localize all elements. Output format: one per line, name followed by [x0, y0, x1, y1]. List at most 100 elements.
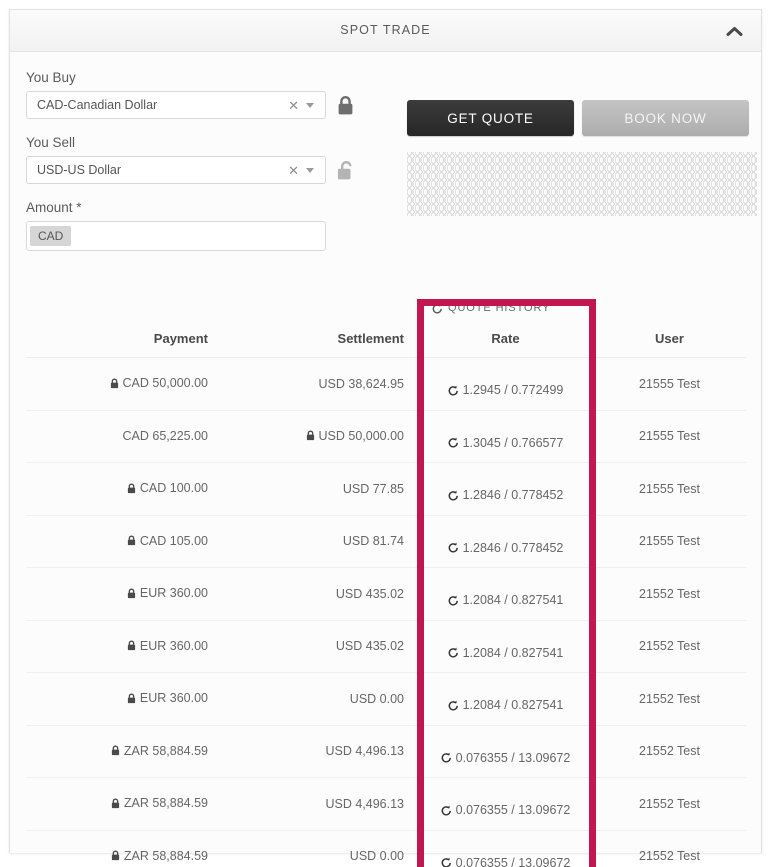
rate-value: 0.076355 / 13.09672 — [455, 803, 571, 817]
lock-closed-icon — [111, 850, 120, 861]
table-row[interactable]: CAD 105.00 USD 81.74 1.2846 / 0.778452 2155… — [26, 515, 746, 568]
cell-user: 21555 Test — [593, 410, 746, 463]
cell-user: 21552 Test — [593, 725, 746, 778]
collapse-panel-button[interactable] — [721, 19, 747, 43]
lock-closed-icon — [306, 430, 315, 441]
table-row[interactable]: ZAR 58,884.59 USD 0.00 0.076355 / 13.09672… — [26, 830, 746, 867]
cell-settlement: USD 0.00 — [222, 830, 418, 867]
cell-rate: 1.3045 / 0.766577 — [418, 410, 593, 463]
user-value: 21552 Test — [639, 744, 700, 759]
table-row[interactable]: CAD 100.00 USD 77.85 1.2846 / 0.778452 2155… — [26, 462, 746, 516]
cell-rate: 1.2084 / 0.827541 — [418, 672, 593, 726]
lock-closed-icon — [111, 797, 120, 809]
cell-settlement: USD 77.85 — [222, 462, 418, 516]
cell-rate: 0.076355 / 13.09672 — [418, 777, 593, 831]
table-row[interactable]: EUR 360.00 USD 435.02 1.2084 / 0.827541 215… — [26, 567, 746, 621]
payment-value: CAD 50,000.00 — [122, 376, 208, 390]
table-row[interactable]: EUR 360.00 USD 435.02 1.2084 / 0.827541 215… — [26, 620, 746, 673]
amount-currency-badge: CAD — [30, 225, 72, 247]
you-sell-select[interactable]: USD-US Dollar ✕ — [26, 156, 326, 184]
cell-payment: CAD 105.00 — [26, 515, 222, 568]
user-value: 21555 Test — [639, 534, 700, 549]
lock-closed-icon — [127, 692, 136, 704]
payment-value: ZAR 58,884.59 — [123, 743, 208, 758]
you-buy-lock-toggle[interactable] — [326, 95, 364, 116]
you-buy-select[interactable]: CAD-Canadian Dollar ✕ — [26, 91, 326, 119]
rate-value: 1.2084 / 0.827541 — [462, 698, 564, 712]
rate-value: 0.076355 / 13.09672 — [455, 855, 571, 867]
settlement-value: USD 0.00 — [349, 849, 404, 864]
amount-group: Amount * CAD — [26, 200, 386, 251]
cell-user: 21552 Test — [593, 620, 746, 673]
cell-rate: 1.2945 / 0.772499 — [418, 357, 593, 411]
you-sell-value: USD-US Dollar — [37, 163, 122, 177]
quote-placeholder-area — [407, 152, 757, 216]
header-settlement[interactable]: Settlement — [222, 327, 418, 358]
cell-settlement: USD 50,000.00 — [222, 410, 418, 463]
history-icon — [448, 542, 459, 553]
cell-settlement: USD 4,496.13 — [222, 725, 418, 778]
you-sell-chevron-down-icon[interactable] — [306, 167, 314, 173]
you-sell-group: You Sell USD-US Dollar ✕ — [26, 135, 386, 184]
lock-closed-icon — [111, 745, 120, 756]
settlement-value: USD 81.74 — [342, 534, 404, 549]
history-icon — [448, 647, 459, 658]
payment-value: CAD 105.00 — [139, 533, 208, 548]
lock-closed-icon — [337, 95, 354, 116]
rate-value: 1.3045 / 0.766577 — [462, 435, 564, 450]
table-row[interactable]: CAD 50,000.00 USD 38,624.95 1.2945 / 0.772… — [26, 357, 746, 411]
cell-user: 21552 Test — [593, 672, 746, 726]
settlement-value: USD 50,000.00 — [318, 428, 404, 443]
rate-value: 1.2846 / 0.778452 — [462, 540, 564, 555]
rate-value: 1.2846 / 0.778452 — [462, 488, 564, 502]
header-rate[interactable]: Rate — [418, 327, 593, 358]
settlement-value: USD 77.85 — [342, 481, 404, 496]
you-buy-group: You Buy CAD-Canadian Dollar ✕ — [26, 70, 386, 119]
cell-user: 21552 Test — [593, 567, 746, 621]
table-row[interactable]: CAD 65,225.00 USD 50,000.00 1.3045 / 0.766… — [26, 410, 746, 463]
action-area: GET QUOTE BOOK NOW — [407, 100, 757, 216]
lock-closed-icon — [127, 535, 136, 546]
cell-user: 21555 Test — [593, 462, 746, 516]
history-icon — [448, 700, 459, 711]
you-buy-clear-icon[interactable]: ✕ — [281, 99, 306, 112]
header-user[interactable]: User — [593, 327, 746, 358]
table-row[interactable]: ZAR 58,884.59 USD 4,496.13 0.076355 / 13.0… — [26, 777, 746, 831]
spot-trade-panel: SPOT TRADE You Buy CAD-Canadian Dollar ✕… — [9, 9, 762, 867]
history-icon — [448, 437, 459, 448]
cell-user: 21552 Test — [593, 830, 746, 867]
cell-payment: CAD 65,225.00 — [26, 410, 222, 463]
you-sell-lock-toggle[interactable] — [326, 160, 364, 181]
cell-rate: 1.2846 / 0.778452 — [418, 462, 593, 516]
payment-value: ZAR 58,884.59 — [123, 796, 208, 810]
quote-history-text: QUOTE HISTORY — [448, 302, 551, 314]
payment-value: EUR 360.00 — [139, 691, 208, 705]
user-value: 21555 Test — [639, 481, 700, 496]
cell-settlement: USD 0.00 — [222, 672, 418, 726]
history-icon — [441, 805, 452, 816]
cell-settlement: USD 435.02 — [222, 567, 418, 621]
rate-value: 1.2084 / 0.827541 — [462, 645, 564, 660]
cell-settlement: USD 435.02 — [222, 620, 418, 673]
cell-rate: 0.076355 / 13.09672 — [418, 725, 593, 778]
amount-input[interactable] — [71, 229, 322, 243]
you-buy-value: CAD-Canadian Dollar — [37, 98, 158, 112]
history-icon — [441, 857, 452, 867]
you-buy-chevron-down-icon[interactable] — [306, 102, 314, 108]
table-row[interactable]: ZAR 58,884.59 USD 4,496.13 0.076355 / 13.0… — [26, 725, 746, 778]
get-quote-button[interactable]: GET QUOTE — [407, 100, 574, 136]
cell-rate: 1.2084 / 0.827541 — [418, 567, 593, 621]
header-payment[interactable]: Payment — [26, 327, 222, 358]
payment-value: EUR 360.00 — [139, 586, 208, 600]
amount-field-wrapper[interactable]: CAD — [26, 221, 326, 251]
cell-rate: 1.2084 / 0.827541 — [418, 620, 593, 673]
cell-payment: ZAR 58,884.59 — [26, 725, 222, 778]
settlement-value: USD 435.02 — [335, 586, 404, 601]
you-sell-clear-icon[interactable]: ✕ — [281, 164, 306, 177]
payment-value: ZAR 58,884.59 — [123, 848, 208, 863]
table-row[interactable]: EUR 360.00 USD 0.00 1.2084 / 0.827541 21552… — [26, 672, 746, 726]
settlement-value: USD 0.00 — [349, 691, 404, 706]
book-now-button[interactable]: BOOK NOW — [582, 100, 749, 136]
cell-settlement: USD 4,496.13 — [222, 777, 418, 831]
cell-payment: ZAR 58,884.59 — [26, 777, 222, 831]
